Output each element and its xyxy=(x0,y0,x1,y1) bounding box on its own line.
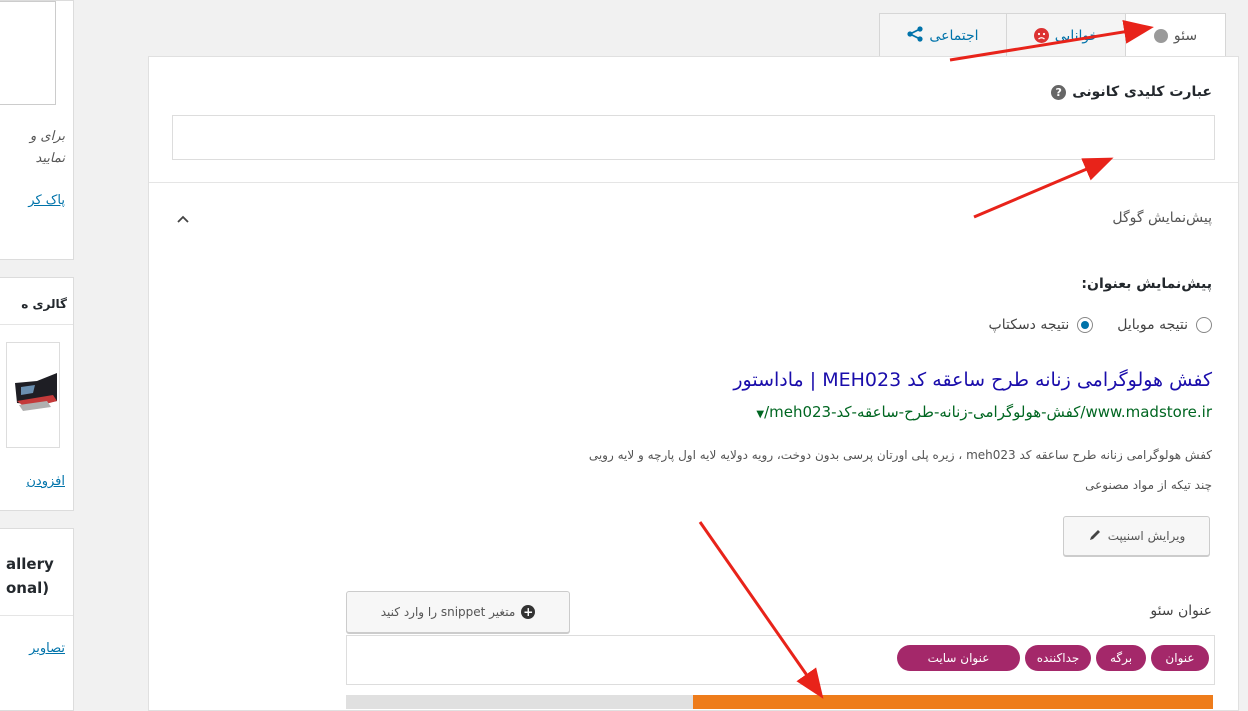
focus-keyphrase-label: عبارت کلیدی کانونی? xyxy=(1051,84,1212,100)
progress-fill xyxy=(692,695,1213,709)
insert-snippet-variable-label: متغیر snippet را وارد کنید xyxy=(380,605,516,619)
add-images-link[interactable]: تصاویر xyxy=(29,641,65,656)
help-icon[interactable]: ? xyxy=(1051,85,1067,100)
preview-as-label: پیش‌نمایش بعنوان: xyxy=(1081,276,1212,292)
mobile-result-label[interactable]: نتیجه موبایل xyxy=(1117,317,1188,333)
tab-seo[interactable]: سئو xyxy=(1125,13,1226,57)
divider xyxy=(0,615,73,616)
plus-circle-icon: + xyxy=(521,605,536,619)
sidebar: برای و نمایید پاک کر گالری ه افزودن alle… xyxy=(0,0,103,711)
pencil-icon xyxy=(1088,528,1102,545)
status-dot-icon xyxy=(1153,28,1168,43)
google-preview-title[interactable]: پیش‌نمایش گوگل xyxy=(1112,210,1212,226)
add-gallery-link[interactable]: افزودن xyxy=(26,474,65,489)
insert-snippet-variable-button[interactable]: + متغیر snippet را وارد کنید xyxy=(346,591,570,633)
snippet-description-line-1: کفش هولوگرامی زنانه طرح ساعقه کد meh023 … xyxy=(588,448,1212,462)
snippet-title: کفش هولوگرامی زنانه طرح ساعقه کد MEH023 … xyxy=(733,369,1212,391)
sidebar-box-product-gallery: allery onal) تصاویر xyxy=(0,528,74,711)
edit-snippet-label: ویرایش اسنیپت xyxy=(1107,529,1186,543)
url-dropdown-icon: ▼ xyxy=(756,409,765,420)
share-icon xyxy=(907,25,924,46)
seo-title-label: عنوان سئو xyxy=(1150,603,1212,619)
desktop-result-radio[interactable] xyxy=(1077,317,1094,333)
sidebar-box-gallery: گالری ه افزودن xyxy=(0,277,74,511)
collapse-chevron-icon[interactable] xyxy=(174,210,192,228)
snippet-url: www.madstore.ir/کفش-هولوگرامی-زنانه-طرح-… xyxy=(756,403,1212,421)
variable-pill-page[interactable]: برگه xyxy=(1096,645,1146,671)
product-gallery-heading-1: allery xyxy=(6,555,54,573)
sidebar-box-excerpt: برای و نمایید پاک کر xyxy=(0,0,74,260)
tab-readability[interactable]: خوانایی xyxy=(1006,13,1126,57)
excerpt-help-text: برای و xyxy=(30,129,65,144)
variable-pill-site-title[interactable]: عنوان سایت xyxy=(897,645,1020,671)
tab-seo-label: سئو xyxy=(1173,27,1198,44)
sad-face-icon xyxy=(1033,28,1049,43)
clear-link[interactable]: پاک کر xyxy=(28,193,65,208)
product-gallery-heading-2: onal) xyxy=(6,579,50,597)
variable-pill-title[interactable]: عنوان xyxy=(1151,645,1209,671)
edit-snippet-button[interactable]: ویرایش اسنیپت xyxy=(1063,516,1210,556)
excerpt-help-text-2: نمایید xyxy=(35,151,65,166)
variable-pill-separator[interactable]: جداکننده xyxy=(1025,645,1091,671)
tab-readability-label: خوانایی xyxy=(1054,27,1099,44)
mobile-result-radio[interactable] xyxy=(1196,317,1212,333)
product-thumbnail[interactable] xyxy=(6,342,60,448)
shoe-image xyxy=(15,373,57,411)
tab-social[interactable]: اجتماعی xyxy=(879,13,1007,57)
section-divider xyxy=(149,182,1238,183)
desktop-result-label[interactable]: نتیجه دسکتاپ xyxy=(989,317,1070,333)
tab-social-label: اجتماعی xyxy=(929,27,979,44)
excerpt-textarea[interactable] xyxy=(0,1,56,105)
seo-title-length-progress xyxy=(346,695,1213,709)
preview-mode-radios: نتیجه موبایل نتیجه دسکتاپ xyxy=(989,317,1212,333)
focus-keyphrase-label-text: عبارت کلیدی کانونی xyxy=(1072,84,1212,100)
snippet-url-text: www.madstore.ir/کفش-هولوگرامی-زنانه-طرح-… xyxy=(764,403,1212,421)
focus-keyphrase-input[interactable] xyxy=(172,115,1215,160)
snippet-description-line-2: چند تیکه از مواد مصنوعی xyxy=(1085,478,1212,492)
gallery-heading: گالری ه xyxy=(21,297,67,311)
divider xyxy=(0,324,73,325)
